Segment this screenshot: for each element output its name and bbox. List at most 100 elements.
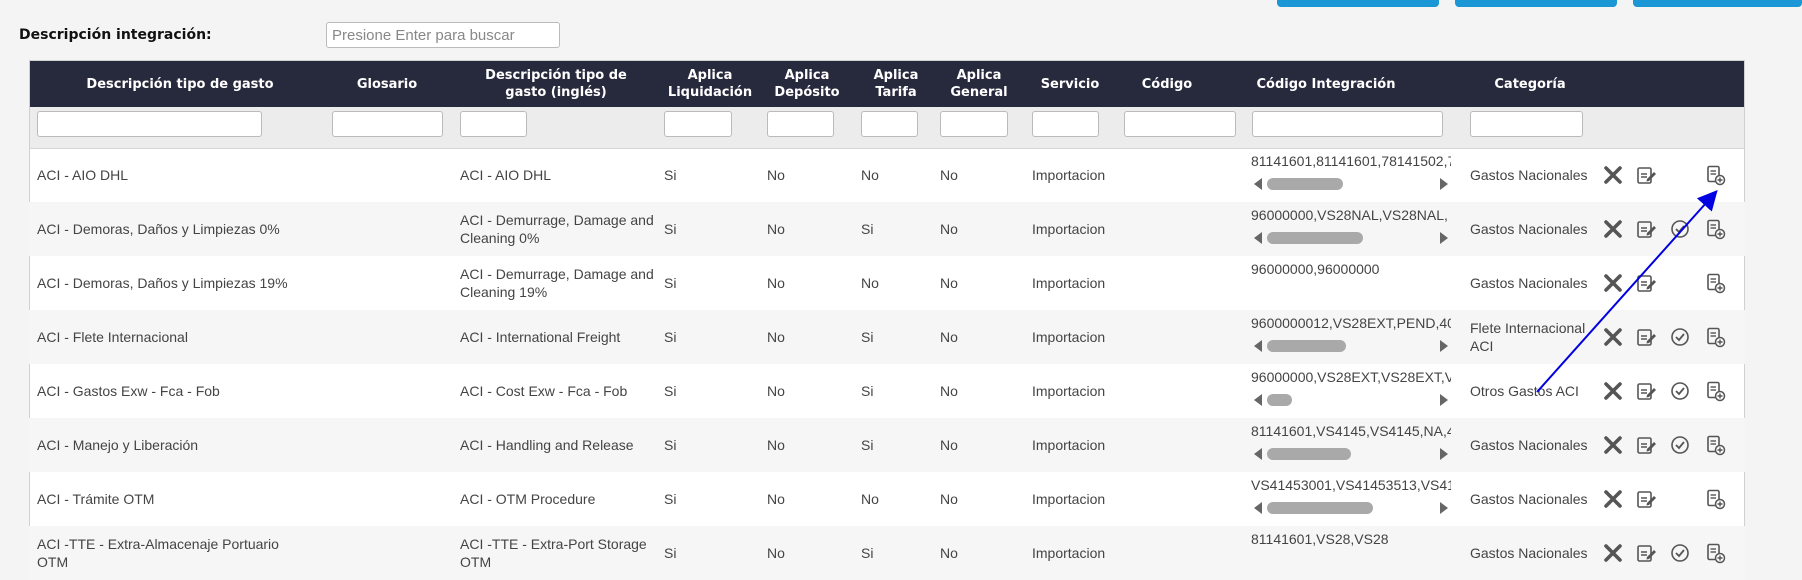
filter-codigo[interactable] (1124, 111, 1236, 137)
column-header-aplica-general[interactable]: Aplica General (943, 61, 1015, 107)
column-header-aplica-deposito[interactable]: Aplica Depósito (766, 61, 848, 107)
column-header-aplica-tarifa[interactable]: Aplica Tarifa (860, 61, 932, 107)
scroll-left-arrow-icon[interactable] (1254, 502, 1262, 514)
add-document-icon[interactable] (1704, 164, 1726, 186)
add-document-icon[interactable] (1704, 326, 1726, 348)
edit-document-icon[interactable] (1635, 272, 1657, 294)
scrollbar-thumb[interactable] (1267, 340, 1346, 352)
table-row[interactable]: ACI - Trámite OTM ACI - OTM Procedure Si No… (29, 472, 1745, 526)
table-row[interactable]: ACI - Gastos Exw - Fca - Fob ACI - Cost E… (29, 364, 1745, 418)
scroll-left-arrow-icon[interactable] (1254, 340, 1262, 352)
cell-aplica-tarifa: Si (861, 383, 874, 399)
filter-servicio[interactable] (1032, 111, 1099, 137)
add-document-icon[interactable] (1704, 272, 1726, 294)
table-row[interactable]: ACI - Demoras, Daños y Limpiezas 19% ACI … (29, 256, 1745, 310)
cell-aplica-deposito: No (767, 329, 785, 345)
top-action-button-1[interactable] (1277, 0, 1439, 7)
close-x-icon[interactable] (1602, 218, 1624, 240)
scroll-left-arrow-icon[interactable] (1254, 232, 1262, 244)
column-header-descripcion[interactable]: Descripción tipo de gasto (80, 61, 280, 107)
column-header-glosario[interactable]: Glosario (332, 61, 442, 107)
horizontal-scrollbar[interactable] (1251, 499, 1451, 515)
column-header-aplica-liquidacion[interactable]: Aplica Liquidación (666, 61, 754, 107)
scroll-left-arrow-icon[interactable] (1254, 178, 1262, 190)
table-row[interactable]: ACI - Flete Internacional ACI - Internati… (29, 310, 1745, 364)
filter-categoria[interactable] (1470, 111, 1583, 137)
close-x-icon[interactable] (1602, 272, 1624, 294)
filter-glosario[interactable] (332, 111, 443, 137)
table-row[interactable]: ACI - Manejo y Liberación ACI - Handling … (29, 418, 1745, 472)
horizontal-scrollbar[interactable] (1251, 337, 1451, 353)
close-x-icon[interactable] (1602, 326, 1624, 348)
search-input[interactable] (326, 22, 560, 48)
edit-document-icon[interactable] (1635, 380, 1657, 402)
edit-document-icon[interactable] (1635, 218, 1657, 240)
check-circle-icon[interactable] (1669, 326, 1691, 348)
cell-aplica-tarifa: No (861, 275, 879, 291)
edit-document-icon[interactable] (1635, 542, 1657, 564)
column-header-descripcion-ingles[interactable]: Descripción tipo de gasto (inglés) (466, 61, 646, 107)
table-row[interactable]: ACI -TTE - Extra-Almacenaje Portuario OT… (29, 526, 1745, 580)
cell-aplica-liquidacion: Si (664, 545, 677, 561)
scroll-left-arrow-icon[interactable] (1254, 394, 1262, 406)
scroll-right-arrow-icon[interactable] (1440, 394, 1448, 406)
top-action-button-3[interactable] (1633, 0, 1802, 7)
add-document-icon[interactable] (1704, 434, 1726, 456)
scroll-right-arrow-icon[interactable] (1440, 340, 1448, 352)
check-circle-icon[interactable] (1669, 218, 1691, 240)
close-x-icon[interactable] (1602, 164, 1624, 186)
scroll-right-arrow-icon[interactable] (1440, 178, 1448, 190)
filter-descripcion[interactable] (37, 111, 262, 137)
add-document-icon[interactable] (1704, 218, 1726, 240)
scroll-right-arrow-icon[interactable] (1440, 502, 1448, 514)
edit-document-icon[interactable] (1635, 326, 1657, 348)
top-action-button-2[interactable] (1455, 0, 1617, 7)
column-header-codigo[interactable]: Código (1122, 61, 1212, 107)
close-x-icon[interactable] (1602, 434, 1624, 456)
cell-descripcion-ingles: ACI - Demurrage, Damage and Cleaning 19% (460, 266, 654, 300)
scroll-left-arrow-icon[interactable] (1254, 448, 1262, 460)
filter-aplica-tarifa[interactable] (861, 111, 918, 137)
check-circle-icon[interactable] (1669, 542, 1691, 564)
scrollbar-thumb[interactable] (1267, 502, 1373, 514)
table-row[interactable]: ACI - AIO DHL ACI - AIO DHL Si No No No Import… (29, 148, 1745, 202)
close-x-icon[interactable] (1602, 542, 1624, 564)
scrollbar-thumb[interactable] (1267, 448, 1351, 460)
filter-descripcion-ingles[interactable] (460, 111, 527, 137)
filter-aplica-general[interactable] (940, 111, 1008, 137)
edit-document-icon[interactable] (1635, 164, 1657, 186)
filter-codigo-integracion[interactable] (1252, 111, 1443, 137)
scrollbar-thumb[interactable] (1267, 178, 1343, 190)
add-document-icon[interactable] (1704, 542, 1726, 564)
horizontal-scrollbar[interactable] (1251, 229, 1451, 245)
add-document-icon[interactable] (1704, 488, 1726, 510)
edit-document-icon[interactable] (1635, 488, 1657, 510)
horizontal-scrollbar[interactable] (1251, 175, 1451, 191)
cell-descripcion-ingles: ACI - Handling and Release (460, 437, 634, 453)
column-header-categoria[interactable]: Categoría (1470, 61, 1590, 107)
scrollbar-thumb[interactable] (1267, 232, 1363, 244)
edit-document-icon[interactable] (1635, 434, 1657, 456)
cell-servicio: Importacion (1032, 383, 1106, 399)
horizontal-scrollbar[interactable] (1251, 391, 1451, 407)
scroll-right-arrow-icon[interactable] (1440, 448, 1448, 460)
scroll-right-arrow-icon[interactable] (1440, 232, 1448, 244)
column-header-codigo-integracion[interactable]: Código Integración (1246, 61, 1406, 107)
scrollbar-thumb[interactable] (1267, 394, 1292, 406)
check-circle-icon[interactable] (1669, 380, 1691, 402)
cell-aplica-liquidacion: Si (664, 329, 677, 345)
table-row[interactable]: ACI - Demoras, Daños y Limpiezas 0% ACI -… (29, 202, 1745, 256)
cell-aplica-liquidacion: Si (664, 437, 677, 453)
close-x-icon[interactable] (1602, 380, 1624, 402)
column-header-servicio[interactable]: Servicio (1030, 61, 1110, 107)
cell-categoria: Gastos Nacionales (1470, 221, 1588, 237)
cell-descripcion: ACI - Flete Internacional (37, 329, 188, 345)
add-document-icon[interactable] (1704, 380, 1726, 402)
cell-descripcion: ACI - Demoras, Daños y Limpiezas 19% (37, 275, 288, 291)
cell-aplica-deposito: No (767, 383, 785, 399)
close-x-icon[interactable] (1602, 488, 1624, 510)
filter-aplica-deposito[interactable] (767, 111, 834, 137)
check-circle-icon[interactable] (1669, 434, 1691, 456)
horizontal-scrollbar[interactable] (1251, 445, 1451, 461)
filter-aplica-liquidacion[interactable] (664, 111, 732, 137)
